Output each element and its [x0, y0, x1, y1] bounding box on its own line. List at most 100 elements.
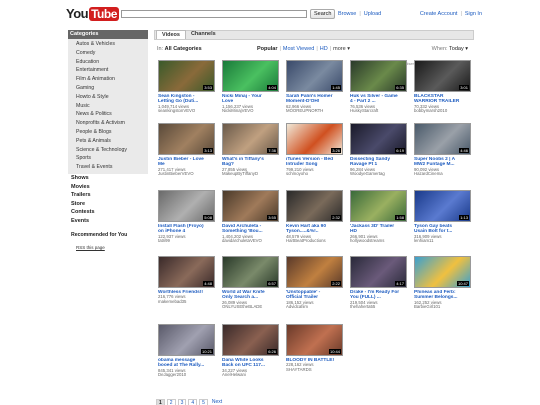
video-card[interactable]: 3:01 BLACKSTAR WARRIOR TRAILER 70,332 views…	[414, 60, 472, 114]
sort-popular[interactable]: Popular	[257, 46, 277, 52]
upload-link[interactable]: Upload	[364, 11, 381, 17]
video-title[interactable]: Super Noobs 2 | A MW2 Funtage M...	[414, 157, 472, 168]
page-link[interactable]: 2	[166, 399, 176, 405]
sidebar-link[interactable]: Contests	[68, 208, 148, 217]
video-title[interactable]: Dissecting Sandy Ravage Pt 1	[350, 157, 408, 168]
video-title[interactable]: Install Flash (Froyo) on iPhone 4	[158, 224, 216, 235]
video-channel[interactable]: Advidcafiim	[286, 305, 344, 310]
video-card[interactable]: 1:13 Tyson Gay beats Usain Bolt for t... 31…	[414, 190, 472, 244]
video-title[interactable]: Drake - I'm Ready For You (FULL) ...	[350, 290, 408, 301]
category-item[interactable]: People & Blogs	[68, 128, 148, 137]
video-thumbnail[interactable]: 10:21	[158, 324, 215, 356]
video-channel[interactable]: HazardCinema	[414, 172, 472, 177]
sidebar-link[interactable]: Movies	[68, 183, 148, 192]
youtube-logo[interactable]: You Tube	[66, 6, 119, 21]
video-thumbnail[interactable]: 1:13	[414, 190, 471, 222]
video-card[interactable]: 2:22 'Unstoppable' - Official Trailer 186,1…	[286, 256, 344, 310]
video-thumbnail[interactable]: 4:04	[222, 60, 279, 92]
category-item[interactable]: Film & Animation	[68, 75, 148, 84]
category-selected[interactable]: All Categories	[165, 46, 202, 52]
video-card[interactable]: 4:48 Worthless Friends!! 216,776 views make…	[158, 256, 216, 305]
video-card[interactable]: 10:47 Phineas and Ferb: Summer Belongs... 1…	[414, 256, 472, 310]
category-item[interactable]: Pets & Animals	[68, 137, 148, 146]
category-item[interactable]: Autos & Vehicles	[68, 40, 148, 49]
video-channel[interactable]: bobbymarsh2010	[414, 109, 472, 114]
video-channel[interactable]: BarbieGirl101	[414, 305, 472, 310]
video-thumbnail[interactable]: 6:57	[222, 256, 279, 288]
video-channel[interactable]: schmoyoho	[286, 172, 344, 177]
category-item[interactable]: Gaming	[68, 84, 148, 93]
video-title[interactable]: Huk vs Silver - Game 4 - Part 2 ...	[350, 94, 408, 105]
video-channel[interactable]: AnelHelwani	[222, 373, 280, 378]
video-card[interactable]: 3:55 David Archuleta - Something 'Bou... 1,…	[222, 190, 280, 244]
video-thumbnail[interactable]: 6:19	[350, 123, 407, 155]
video-thumbnail[interactable]: 4:17	[350, 256, 407, 288]
video-thumbnail[interactable]: 1:58	[350, 190, 407, 222]
video-thumbnail[interactable]: 6:26	[222, 324, 279, 356]
video-title[interactable]: What's in Tiffany's Bag?	[222, 157, 280, 168]
video-title[interactable]: Sean Kingston - Letting Go (Duti...	[158, 94, 216, 105]
search-button[interactable]: Search	[310, 9, 336, 19]
page-link[interactable]: 4	[188, 399, 198, 405]
rss-link[interactable]: RSS this page	[68, 245, 148, 250]
category-item[interactable]: Comedy	[68, 49, 148, 58]
video-title[interactable]: Dana White Looks Back on UFC 117...	[222, 358, 280, 369]
video-thumbnail[interactable]: 1:45	[286, 60, 343, 92]
recommended-link[interactable]: Recommended for You	[68, 232, 148, 238]
category-item[interactable]: Sports	[68, 154, 148, 163]
video-card[interactable]: 1:58 'Jackass 3D' Trailer HD 266,901 views h…	[350, 190, 408, 244]
video-channel[interactable]: MakeupByTiffanyD	[222, 172, 280, 177]
video-channel[interactable]: SHAYTARDS	[286, 367, 344, 373]
video-thumbnail[interactable]: 3:53	[158, 60, 215, 92]
category-item[interactable]: Music	[68, 102, 148, 111]
video-channel[interactable]: ONLYUSEtheBLADE	[222, 305, 280, 310]
category-item[interactable]: Howto & Style	[68, 93, 148, 102]
video-channel[interactable]: thehaherta55	[350, 305, 408, 310]
video-channel[interactable]: WoodyeGamertag	[350, 172, 408, 177]
tab-channels[interactable]: Channels	[186, 30, 221, 39]
category-item[interactable]: Entertainment	[68, 66, 148, 75]
sidebar-link[interactable]: Events	[68, 217, 148, 226]
video-thumbnail[interactable]: 2:22	[286, 256, 343, 288]
video-title[interactable]: 'Unstoppable' - Official Trailer	[286, 290, 344, 301]
video-title[interactable]: obama message booed at The Rally...	[158, 358, 216, 369]
video-thumbnail[interactable]: 3:26	[286, 123, 343, 155]
video-channel[interactable]: makemebad35	[158, 299, 216, 305]
video-title[interactable]: Justin Bieber - Love Me	[158, 157, 216, 168]
video-card[interactable]: 10:21 obama message booed at The Rally... 8…	[158, 324, 216, 378]
video-title[interactable]: Sarah Palin's Homer Moment-D'OH!	[286, 94, 344, 105]
video-card[interactable]: 3:53 Sean Kingston - Letting Go (Duti... 1,…	[158, 60, 216, 114]
category-item[interactable]: Education	[68, 58, 148, 67]
video-channel[interactable]: lenhiam11	[414, 239, 472, 244]
video-thumbnail[interactable]: 3:55	[222, 190, 279, 222]
page-link[interactable]: 1	[156, 399, 165, 405]
video-title[interactable]: World at War Knife Only Search a...	[222, 290, 280, 301]
video-title[interactable]: iTunes Version - Bed Intruder Song	[286, 157, 344, 168]
category-item[interactable]: Nonprofits & Activism	[68, 119, 148, 128]
video-title[interactable]: Phineas and Ferb: Summer Belongs...	[414, 290, 472, 301]
video-channel[interactable]: MOOREUPNORTH	[286, 109, 344, 114]
video-channel[interactable]: JustinBieberVEVO	[158, 172, 216, 177]
video-channel[interactable]: NickiMinajVEVO	[222, 109, 280, 114]
video-title[interactable]: Nicki Minaj - Your Love	[222, 94, 280, 105]
video-card[interactable]: 10:44 BLOODY IN BATTLE! 228,162 views SHAYT…	[286, 324, 344, 373]
search-input[interactable]	[121, 10, 307, 18]
video-channel[interactable]: tatri99	[158, 239, 216, 244]
sign-in-link[interactable]: Sign In	[465, 11, 482, 17]
sidebar-link[interactable]: Shows	[68, 174, 148, 183]
video-title[interactable]: Tyson Gay beats Usain Bolt for t...	[414, 224, 472, 235]
category-item[interactable]: News & Politics	[68, 110, 148, 119]
video-card[interactable]: 3:13 Justin Bieber - Love Me 271,417 views J…	[158, 123, 216, 177]
video-card[interactable]: 6:19 Dissecting Sandy Ravage Pt 1 96,284 vi…	[350, 123, 408, 177]
browse-link[interactable]: Browse	[338, 11, 356, 17]
sort-most-viewed[interactable]: Most Viewed	[283, 46, 314, 52]
video-card[interactable]: 4:04 Nicki Minaj - Your Love 1,156,237 view…	[222, 60, 280, 114]
video-card[interactable]: 6:35 Huk vs Silver - Game 4 - Part 2 ... 76…	[350, 60, 408, 114]
create-account-link[interactable]: Create Account	[420, 11, 458, 17]
page-link[interactable]: 3	[177, 399, 187, 405]
video-thumbnail[interactable]: 6:35	[350, 60, 407, 92]
video-card[interactable]: 6:57 World at War Knife Only Search a... 26…	[222, 256, 280, 310]
tab-videos[interactable]: Videos	[156, 30, 186, 39]
video-title[interactable]: BLACKSTAR WARRIOR TRAILER	[414, 94, 472, 105]
video-thumbnail[interactable]: 10:47	[414, 256, 471, 288]
